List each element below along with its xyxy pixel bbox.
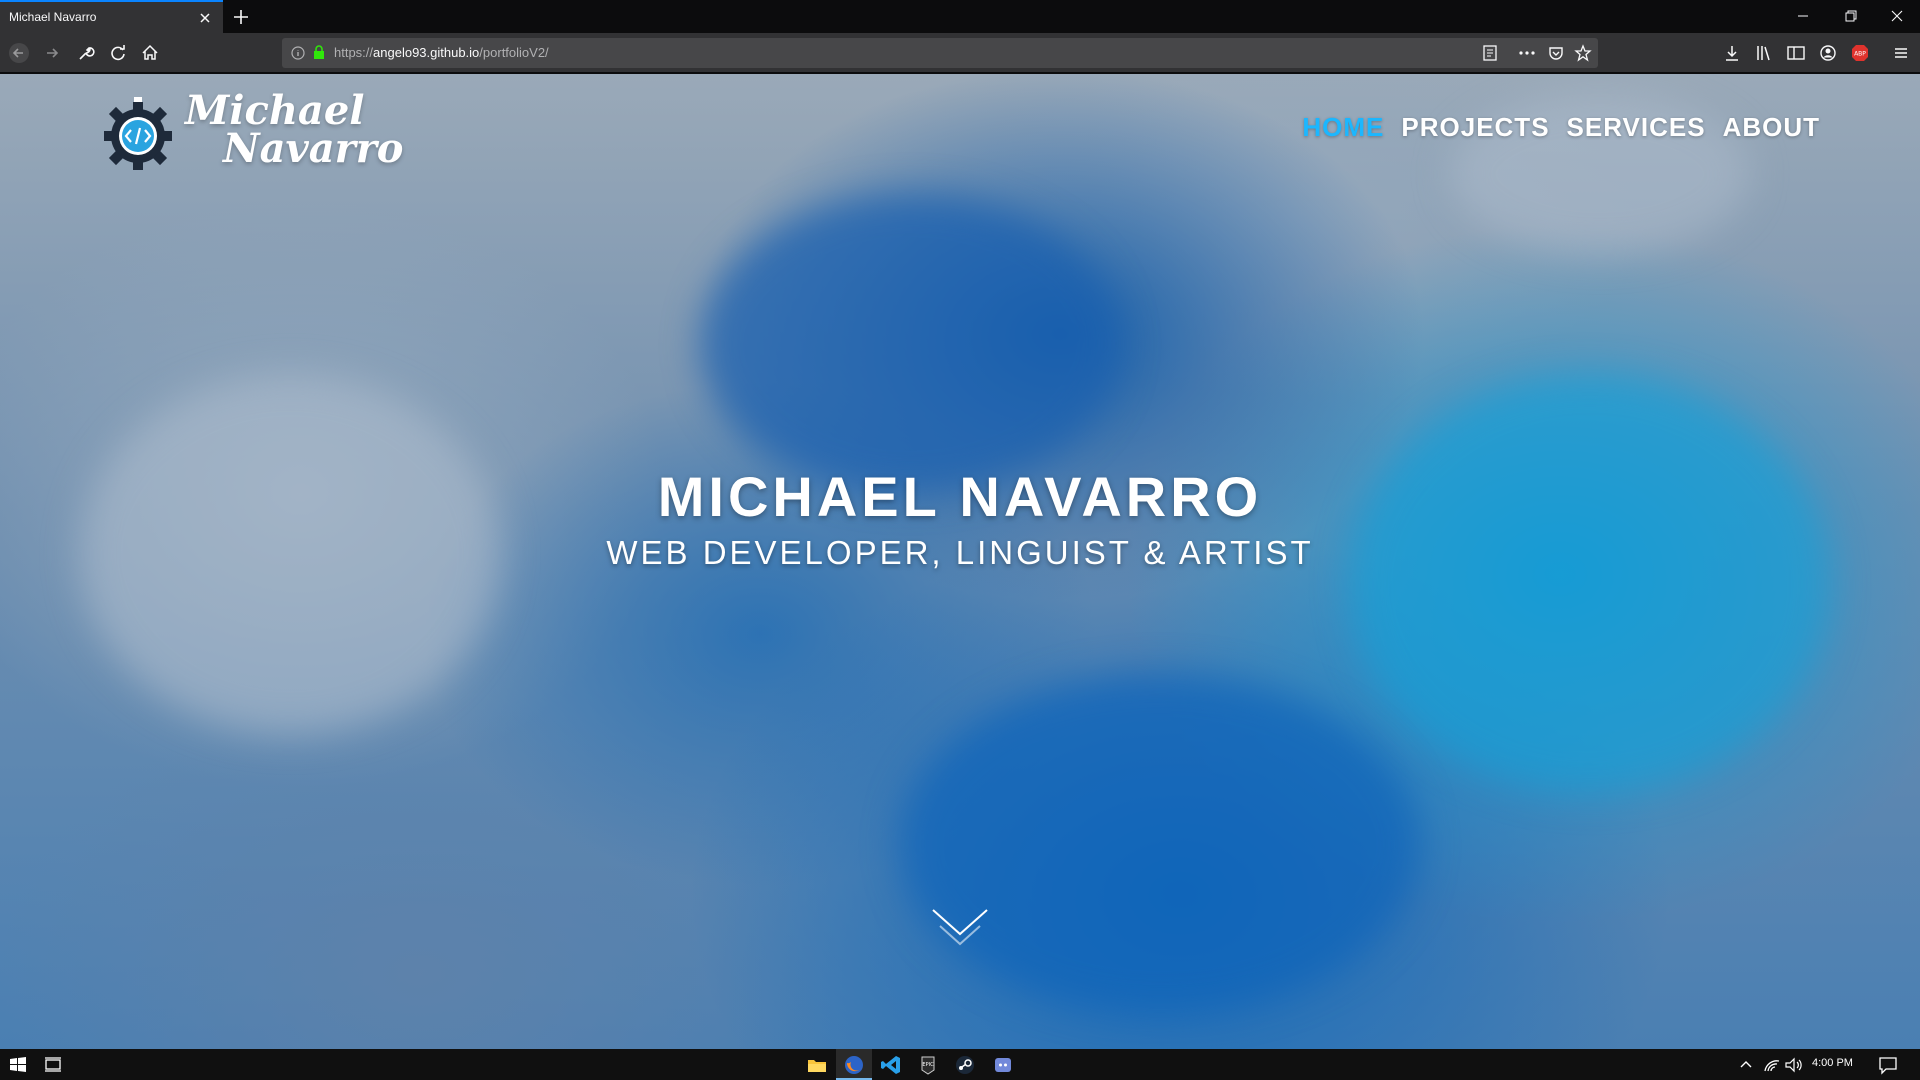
volume-icon[interactable] bbox=[1782, 1053, 1806, 1077]
vscode-icon[interactable] bbox=[879, 1053, 903, 1077]
windows-taskbar: EPIC 4:00 PM bbox=[0, 1049, 1920, 1080]
back-icon[interactable] bbox=[8, 42, 30, 64]
brand-last-name: Navarro bbox=[223, 125, 404, 172]
close-window-icon[interactable] bbox=[1874, 0, 1920, 33]
download-icon[interactable] bbox=[1721, 42, 1743, 64]
page-viewport: Michael Navarro HOME PROJECTS SERVICES A… bbox=[0, 74, 1920, 1049]
page-actions-icon[interactable] bbox=[1517, 44, 1537, 62]
url-text[interactable]: https://angelo93.github.io/portfolioV2/ bbox=[334, 45, 549, 60]
browser-toolbar: https://angelo93.github.io/portfolioV2/ … bbox=[0, 33, 1920, 73]
nav-about[interactable]: ABOUT bbox=[1723, 112, 1820, 143]
minimize-icon[interactable] bbox=[1780, 0, 1826, 33]
epic-games-icon[interactable]: EPIC bbox=[916, 1053, 940, 1077]
restore-icon[interactable] bbox=[1828, 0, 1874, 33]
nav-services[interactable]: SERVICES bbox=[1567, 112, 1706, 143]
scroll-down-chevron-icon[interactable] bbox=[930, 904, 990, 954]
smoke-cloud bbox=[700, 194, 1120, 494]
show-hidden-icons-icon[interactable] bbox=[1734, 1053, 1758, 1077]
gear-code-icon bbox=[104, 97, 172, 170]
lock-icon bbox=[314, 45, 324, 59]
pocket-icon[interactable] bbox=[1547, 44, 1565, 62]
steam-icon[interactable] bbox=[953, 1053, 977, 1077]
browser-tab-strip: Michael Navarro bbox=[0, 0, 1920, 33]
action-center-icon[interactable] bbox=[1876, 1053, 1900, 1077]
forward-icon[interactable] bbox=[41, 42, 63, 64]
sidebar-icon[interactable] bbox=[1785, 42, 1807, 64]
home-icon[interactable] bbox=[139, 42, 161, 64]
url-host: angelo93.github.io bbox=[373, 45, 480, 60]
url-path: /portfolioV2/ bbox=[479, 45, 549, 60]
tab-title: Michael Navarro bbox=[9, 10, 97, 24]
info-icon[interactable] bbox=[290, 45, 306, 61]
reload-icon[interactable] bbox=[107, 42, 129, 64]
hero-section: MICHAEL NAVARRO WEB DEVELOPER, LINGUIST … bbox=[0, 464, 1920, 572]
network-icon[interactable] bbox=[1760, 1053, 1784, 1077]
reader-view-icon[interactable] bbox=[1481, 44, 1499, 62]
discord-icon[interactable] bbox=[991, 1053, 1015, 1077]
hero-subtitle: WEB DEVELOPER, LINGUIST & ARTIST bbox=[606, 534, 1314, 571]
nav-home[interactable]: HOME bbox=[1302, 112, 1384, 143]
adblock-plus-icon[interactable]: ABP bbox=[1849, 42, 1871, 64]
smoke-cloud bbox=[900, 674, 1420, 1014]
taskbar-clock[interactable]: 4:00 PM bbox=[1812, 1057, 1853, 1069]
close-tab-icon[interactable] bbox=[196, 9, 214, 27]
task-view-icon[interactable] bbox=[41, 1053, 65, 1077]
library-icon[interactable] bbox=[1753, 42, 1775, 64]
svg-text:ABP: ABP bbox=[1854, 51, 1866, 58]
hero-title: MICHAEL NAVARRO bbox=[657, 465, 1263, 528]
bookmark-star-icon[interactable] bbox=[1574, 44, 1592, 62]
wrench-icon[interactable] bbox=[74, 42, 96, 64]
browser-tab[interactable]: Michael Navarro bbox=[0, 0, 223, 33]
account-icon[interactable] bbox=[1817, 42, 1839, 64]
windows-start-icon[interactable] bbox=[6, 1053, 30, 1077]
address-bar[interactable]: https://angelo93.github.io/portfolioV2/ bbox=[282, 38, 1598, 68]
site-navigation: HOME PROJECTS SERVICES ABOUT bbox=[1302, 112, 1820, 143]
brand-name: Michael Navarro bbox=[185, 91, 404, 172]
smoke-cloud bbox=[1350, 374, 1830, 794]
menu-icon[interactable] bbox=[1890, 42, 1912, 64]
site-logo[interactable]: Michael Navarro bbox=[100, 90, 404, 172]
file-explorer-icon[interactable] bbox=[805, 1053, 829, 1077]
firefox-icon[interactable] bbox=[842, 1053, 866, 1077]
new-tab-icon[interactable] bbox=[230, 6, 252, 28]
svg-text:EPIC: EPIC bbox=[922, 1062, 934, 1068]
nav-projects[interactable]: PROJECTS bbox=[1401, 112, 1549, 143]
